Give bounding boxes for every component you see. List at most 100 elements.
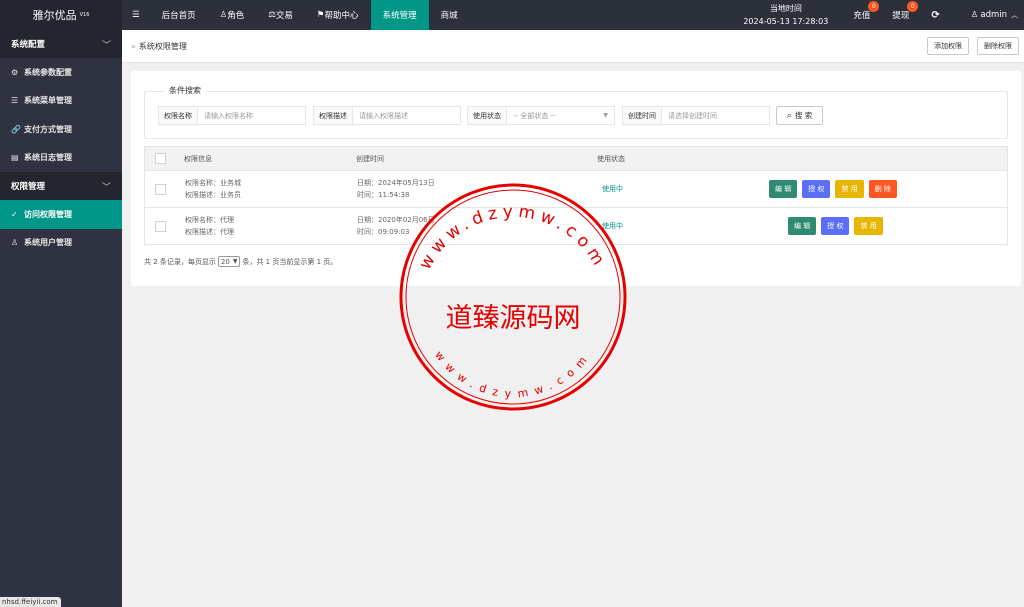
chevron-up-icon: ︿: [1011, 11, 1018, 19]
check-circle-icon: ✓: [11, 209, 18, 219]
clock-value: 2024-05-13 17:28:03: [743, 17, 829, 26]
watermark-stamp: www.dzymw.com 道臻源码网 www.dzymw.com: [399, 183, 627, 411]
nav-label: 帮助中心: [324, 11, 359, 21]
sidebar-item-system-params[interactable]: ⚙ 系统参数配置: [0, 58, 122, 87]
stamp-top-text: www.dzymw.com: [415, 202, 610, 273]
row-actions: 编 辑 授 权 禁 用 删 除: [769, 180, 902, 198]
permission-desc: 权限描述：业务员: [185, 191, 241, 199]
breadcrumb: » 系统权限管理 添加权限 删除权限: [122, 30, 1024, 63]
withdraw-button[interactable]: 提现 0: [881, 0, 920, 30]
search-button[interactable]: ⌕ 搜 索: [776, 106, 823, 125]
delete-permission-button[interactable]: 删除权限: [977, 37, 1019, 55]
pager-text-after: 条，共 1 页当前显示第 1 页。: [242, 257, 338, 266]
search-form: 条件搜索 权限名称 请输入权限名称 权限描述 请输入权限描述 使用状态 -- 全…: [144, 85, 1008, 139]
dropdown-caret-icon: ▼: [232, 258, 238, 265]
app-logo[interactable]: 雅尔优品 V16: [0, 0, 122, 30]
field-label: 使用状态: [468, 107, 507, 124]
breadcrumb-arrow-icon: »: [131, 41, 136, 51]
row-checkbox[interactable]: [155, 183, 166, 195]
log-icon: ▤: [11, 153, 19, 163]
flag-icon: ⚑: [316, 10, 325, 20]
sidebar-item-label: 系统菜单管理: [24, 96, 72, 106]
nav-help[interactable]: ⚑ 帮助中心: [305, 0, 371, 30]
gear-icon: ⚙: [11, 67, 19, 77]
search-icon: ⌕: [786, 110, 792, 121]
menu-toggle-button[interactable]: ☰: [122, 0, 150, 30]
sidebar-item-label: 系统用户管理: [24, 238, 72, 248]
clock-label: 当地时间: [769, 4, 802, 13]
stamp-inner-ring: [405, 189, 621, 405]
permission-name: 权限名称：业务城: [185, 179, 241, 187]
recharge-button[interactable]: 充值 0: [842, 0, 881, 30]
link-icon: 🔗: [11, 124, 21, 134]
sidebar-group-permissions[interactable]: 权限管理 ﹀: [0, 172, 122, 200]
field-label: 权限名称: [159, 107, 198, 124]
permission-desc-input[interactable]: 请输入权限描述: [353, 107, 460, 124]
delete-button[interactable]: 删 除: [868, 180, 897, 198]
nav-system[interactable]: 系统管理: [370, 0, 429, 30]
user-menu[interactable]: ♙ admin ︿: [951, 0, 1024, 30]
pager-text-before: 共 2 条记录，每页显示: [144, 257, 216, 266]
chevron-down-icon: ﹀: [101, 40, 111, 51]
search-button-label: 搜 索: [794, 111, 813, 120]
created-time-input[interactable]: 请选择创建时间: [662, 107, 769, 124]
sidebar-group-system-config[interactable]: 系统配置 ﹀: [0, 30, 122, 58]
sidebar-item-access-permissions[interactable]: ✓ 访问权限管理: [0, 200, 122, 229]
nav-roles[interactable]: ♙ 角色: [208, 0, 257, 30]
authorize-button[interactable]: 授 权: [802, 180, 831, 198]
disable-button[interactable]: 禁 用: [854, 217, 883, 235]
refresh-button[interactable]: ⟳: [920, 0, 950, 30]
withdraw-label: 提现: [892, 11, 910, 21]
dropdown-caret-icon: ▼: [603, 112, 608, 119]
sidebar-item-label: 系统参数配置: [24, 67, 72, 77]
search-legend: 条件搜索: [164, 85, 206, 96]
row-checkbox[interactable]: [155, 220, 166, 232]
page-title: 系统权限管理: [138, 41, 187, 51]
app-version: V16: [79, 12, 90, 18]
permission-name-input[interactable]: 请输入权限名称: [198, 107, 305, 124]
scale-icon: ⚖: [268, 10, 276, 20]
recharge-badge: 0: [868, 1, 880, 12]
nav-mall[interactable]: 商城: [429, 0, 470, 30]
sidebar-item-logs[interactable]: ▤ 系统日志管理: [0, 144, 122, 173]
permission-desc: 权限描述：代理: [185, 228, 234, 236]
edit-button[interactable]: 编 辑: [788, 217, 817, 235]
menu-icon: ☰: [11, 96, 19, 106]
permission-name-field: 权限名称 请输入权限名称: [158, 106, 306, 125]
nav-label: 后台首页: [161, 11, 196, 21]
sidebar-item-label: 访问权限管理: [24, 209, 72, 219]
disable-button[interactable]: 禁 用: [835, 180, 864, 198]
permission-name: 权限名称：代理: [185, 216, 234, 224]
sidebar-item-system-users[interactable]: ♙ 系统用户管理: [0, 229, 122, 258]
permission-info-cell: 权限名称：代理 权限描述：代理: [185, 214, 234, 238]
sidebar-item-payment[interactable]: 🔗 支付方式管理: [0, 115, 122, 144]
user-icon: ♙: [11, 238, 19, 248]
local-clock: 当地时间 2024-05-13 17:28:03: [729, 2, 842, 28]
created-time-field: 创建时间 请选择创建时间: [622, 106, 770, 125]
stamp-center-text: 道臻源码网: [446, 303, 581, 334]
nav-home[interactable]: 后台首页: [150, 0, 208, 30]
sidebar-item-label: 支付方式管理: [24, 124, 72, 134]
sidebar-item-system-menu[interactable]: ☰ 系统菜单管理: [0, 87, 122, 116]
permission-info-cell: 权限名称：业务城 权限描述：业务员: [185, 177, 241, 201]
nav-label: 角色: [227, 11, 245, 21]
status-select[interactable]: -- 全部状态 -- ▼: [507, 107, 614, 124]
row-actions: 编 辑 授 权 禁 用: [788, 217, 888, 235]
status-url-hint: nhsd.ffeiyii.com: [0, 597, 62, 607]
nav-trade[interactable]: ⚖ 交易: [256, 0, 305, 30]
select-all-checkbox[interactable]: [155, 153, 166, 164]
authorize-button[interactable]: 授 权: [821, 217, 850, 235]
edit-button[interactable]: 编 辑: [769, 180, 798, 198]
hamburger-icon: ☰: [132, 10, 140, 20]
col-header-info: 权限信息: [184, 154, 212, 163]
chevron-down-icon: ﹀: [101, 182, 111, 193]
col-header-status: 使用状态: [597, 154, 625, 163]
add-permission-button[interactable]: 添加权限: [927, 37, 969, 55]
withdraw-badge: 0: [907, 1, 919, 12]
page-size-select[interactable]: 20 ▼: [217, 256, 241, 267]
sidebar-group-label: 系统配置: [11, 40, 46, 50]
nav-label: 交易: [275, 11, 293, 21]
col-header-created: 创建时间: [356, 154, 384, 163]
refresh-icon: ⟳: [931, 9, 940, 21]
permission-desc-field: 权限描述 请输入权限描述: [313, 106, 461, 125]
